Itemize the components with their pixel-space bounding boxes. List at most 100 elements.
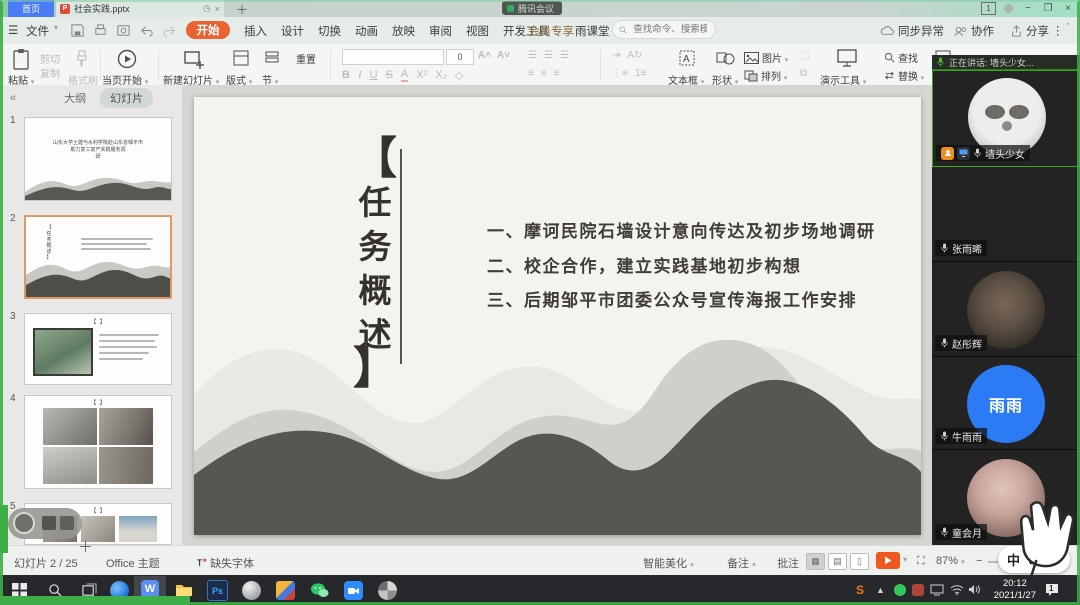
- home-tab[interactable]: 首页: [8, 0, 54, 17]
- sorter-view-button[interactable]: ▤: [828, 553, 847, 570]
- bold-button[interactable]: B: [342, 69, 350, 81]
- fit-slide-icon[interactable]: ⛶: [917, 555, 925, 568]
- collapse-panel-icon[interactable]: «: [10, 92, 16, 104]
- strike-button[interactable]: S: [386, 69, 393, 81]
- slide-thumbnail-3[interactable]: 【 】: [24, 313, 172, 385]
- font-shrink-icon[interactable]: A˅: [497, 50, 510, 61]
- red-tray-icon[interactable]: [912, 584, 924, 596]
- font-size-box[interactable]: 0: [446, 49, 474, 65]
- photoshop-icon[interactable]: Ps: [206, 579, 229, 602]
- tab-insert[interactable]: 插入: [244, 23, 267, 39]
- menu-file[interactable]: 文件: [26, 23, 49, 39]
- collapse-ribbon-icon[interactable]: ＾: [1064, 23, 1072, 34]
- wechat-tray-icon[interactable]: [894, 584, 906, 596]
- tab-slideshow[interactable]: 放映: [392, 23, 415, 39]
- paste-icon[interactable]: [12, 48, 32, 72]
- redo-icon[interactable]: [162, 23, 177, 38]
- share-button[interactable]: 分享: [1026, 23, 1049, 39]
- tab-animation[interactable]: 动画: [355, 23, 378, 39]
- new-slide-icon[interactable]: [183, 48, 205, 70]
- superscript-button[interactable]: X²: [416, 69, 427, 81]
- print-icon[interactable]: [93, 23, 108, 38]
- notes-button[interactable]: 备注 ▾: [712, 555, 756, 571]
- slide-thumbnail-2-selected[interactable]: 【任务概述】: [24, 215, 172, 299]
- add-slide-button[interactable]: ＋: [78, 536, 93, 557]
- participant-tile-1[interactable]: 墙头少女: [932, 70, 1080, 167]
- tab-outline[interactable]: 大纲: [64, 90, 86, 106]
- tab-transition[interactable]: 切换: [318, 23, 341, 39]
- meeting-floating-pill[interactable]: 腾讯会议: [502, 1, 562, 15]
- tab-view[interactable]: 视图: [466, 23, 489, 39]
- present-tools-icon[interactable]: [836, 48, 858, 68]
- missing-font-warning[interactable]: T 缺失字体: [196, 555, 254, 571]
- pc-tray-icon[interactable]: [930, 584, 944, 596]
- document-tab[interactable]: P 社会实践.pptx ◷ ×: [56, 0, 224, 17]
- tab-rain-classroom[interactable]: 雨课堂: [575, 23, 610, 39]
- volume-tray-icon[interactable]: [968, 584, 981, 595]
- new-tab-button[interactable]: ＋: [236, 1, 248, 18]
- file-dropdown-icon[interactable]: ▾: [54, 23, 58, 32]
- user-avatar-icon[interactable]: [1000, 1, 1016, 16]
- save-icon[interactable]: [70, 23, 85, 38]
- cut-button[interactable]: 剪切: [40, 51, 60, 66]
- sogou-tray-icon[interactable]: S: [856, 583, 864, 597]
- italic-button[interactable]: I: [358, 69, 362, 81]
- cloud-sync-icon[interactable]: [880, 24, 895, 39]
- window-switch-badge[interactable]: 1: [981, 2, 996, 15]
- layout-icon[interactable]: [232, 49, 250, 67]
- undo-icon[interactable]: [139, 23, 154, 38]
- play-from-current-icon[interactable]: [117, 49, 137, 69]
- slide-thumbnail-1[interactable]: 山东大学土建与水利学院赴山东省邹平市 助力复工复产实践服务调 研: [24, 117, 172, 201]
- tray-expand-icon[interactable]: ▲: [876, 585, 885, 595]
- normal-view-button[interactable]: ▦: [806, 553, 825, 570]
- theme-name[interactable]: Office 主题: [106, 555, 160, 571]
- slide-canvas[interactable]: 【 任 务 概 述 】 一、摩诃民院石墙设计意向传达及初步场地调研 二、校企合作…: [194, 97, 921, 535]
- slide-title-vertical[interactable]: 任 务 概 述: [344, 181, 406, 357]
- underline-button[interactable]: U: [370, 69, 378, 81]
- search-input[interactable]: [631, 23, 709, 36]
- tab-home[interactable]: 开始: [186, 21, 230, 39]
- reset-button[interactable]: 重置: [296, 51, 316, 66]
- reading-view-button[interactable]: ▯: [850, 553, 869, 570]
- font-name-box[interactable]: [342, 49, 444, 65]
- hamburger-icon[interactable]: ☰: [8, 23, 18, 37]
- tab-member[interactable]: 会员专享: [528, 23, 574, 39]
- restore-button[interactable]: ❐: [1040, 1, 1056, 16]
- minimize-button[interactable]: −: [1020, 1, 1036, 16]
- textbox-icon[interactable]: A: [678, 49, 696, 67]
- zoom-level[interactable]: 87% ▾: [936, 555, 965, 567]
- copy-button[interactable]: 复制: [40, 65, 60, 80]
- play-dropdown-icon[interactable]: ▾: [903, 555, 907, 564]
- slide-thumbnail-4[interactable]: 【 】: [24, 395, 172, 489]
- comments-button[interactable]: 批注: [762, 555, 799, 571]
- participant-tile-2[interactable]: 张雨晞: [932, 167, 1080, 262]
- preview-icon[interactable]: [116, 23, 131, 38]
- more-menu-icon[interactable]: ⋮: [1052, 23, 1064, 37]
- picture-button[interactable]: 图片 ▾: [762, 50, 788, 65]
- tab-slides[interactable]: 幻灯片: [100, 88, 153, 108]
- zoom-out-button[interactable]: −: [976, 555, 982, 567]
- shapes-icon[interactable]: [716, 49, 736, 67]
- tab-close-icon[interactable]: ×: [215, 4, 220, 14]
- action-center-icon[interactable]: 1: [1044, 582, 1060, 597]
- find-button[interactable]: 查找: [898, 50, 918, 65]
- pinwheel-app-icon[interactable]: [376, 579, 399, 602]
- close-button[interactable]: ×: [1060, 1, 1076, 16]
- participant-tile-3[interactable]: 赵彤辉: [932, 262, 1080, 357]
- globe-app-icon[interactable]: [240, 579, 263, 602]
- smart-beautify-button[interactable]: 智能美化 ▾: [628, 555, 694, 571]
- arrange-button[interactable]: 排列 ▾: [761, 68, 787, 83]
- replace-button[interactable]: 替换 ▾: [898, 68, 924, 83]
- tab-review[interactable]: 审阅: [429, 23, 452, 39]
- highlight-button[interactable]: ◇: [455, 69, 463, 82]
- sync-status[interactable]: 同步异常: [898, 23, 944, 39]
- font-color-button[interactable]: A: [401, 68, 408, 82]
- colorful-app-icon[interactable]: [274, 579, 297, 602]
- wifi-tray-icon[interactable]: [950, 584, 964, 595]
- editing-canvas[interactable]: 【 任 务 概 述 】 一、摩诃民院石墙设计意向传达及初步场地调研 二、校企合作…: [182, 85, 932, 545]
- tab-design[interactable]: 设计: [281, 23, 304, 39]
- slideshow-play-button[interactable]: [876, 552, 900, 569]
- wechat-icon[interactable]: [308, 579, 331, 602]
- slide-bullet-2[interactable]: 二、校企合作，建立实践基地初步构想: [487, 252, 802, 277]
- slide-bullet-1[interactable]: 一、摩诃民院石墙设计意向传达及初步场地调研: [487, 217, 876, 242]
